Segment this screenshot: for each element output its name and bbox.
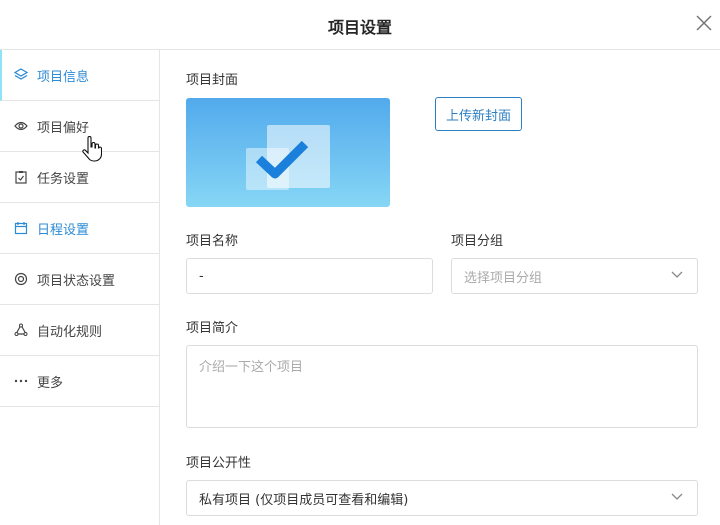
visibility-value: 私有项目 (仅项目成员可查看和编辑) <box>199 492 409 508</box>
group-label: 项目分组 <box>451 234 504 249</box>
sidebar-item-more[interactable]: 更多 <box>0 356 159 407</box>
sidebar-item-label: 项目状态设置 <box>37 273 116 289</box>
sidebar-item-project-info[interactable]: 项目信息 <box>0 50 159 101</box>
project-description-textarea[interactable]: 介绍一下这个项目 <box>186 345 698 428</box>
sidebar-item-task-settings[interactable]: 任务设置 <box>0 152 159 203</box>
eye-icon <box>14 121 28 131</box>
sidebar-item-label: 项目信息 <box>37 69 90 85</box>
project-cover-image <box>186 98 390 207</box>
project-name-input[interactable]: - <box>186 258 433 294</box>
upload-cover-button[interactable]: 上传新封面 <box>435 97 522 131</box>
description-placeholder: 介绍一下这个项目 <box>199 360 304 375</box>
name-label: 项目名称 <box>186 234 239 249</box>
sidebar-item-status-settings[interactable]: 项目状态设置 <box>0 254 159 305</box>
sidebar-item-label: 更多 <box>37 375 64 391</box>
chevron-down-icon <box>671 271 683 278</box>
close-icon[interactable] <box>694 13 714 33</box>
project-group-select[interactable]: 选择项目分组 <box>451 258 698 294</box>
sidebar-item-label: 自动化规则 <box>37 324 103 340</box>
hand-cursor-icon <box>82 136 102 162</box>
sidebar-item-schedule-settings[interactable]: 日程设置 <box>0 203 159 254</box>
status-icon <box>14 272 28 286</box>
calendar-icon <box>14 222 28 235</box>
sidebar-item-label: 项目偏好 <box>37 120 90 136</box>
sidebar-item-label: 日程设置 <box>37 222 90 238</box>
visibility-select[interactable]: 私有项目 (仅项目成员可查看和编辑) <box>186 480 698 516</box>
sidebar-item-label: 任务设置 <box>37 171 90 187</box>
more-icon <box>14 379 28 383</box>
clipboard-icon <box>15 171 27 184</box>
layers-icon <box>14 68 28 80</box>
sidebar: 项目信息 项目偏好 任务设置 日程设置 项目状态设置 自动化规则 更多 <box>0 50 160 525</box>
dialog-header: 项目设置 <box>0 0 720 50</box>
group-placeholder: 选择项目分组 <box>464 270 543 286</box>
description-label: 项目简介 <box>186 321 239 336</box>
sidebar-item-preferences[interactable]: 项目偏好 <box>0 101 159 152</box>
sidebar-item-automation[interactable]: 自动化规则 <box>0 305 159 356</box>
visibility-label: 项目公开性 <box>186 456 252 471</box>
dialog-title: 项目设置 <box>327 18 392 37</box>
cover-label: 项目封面 <box>186 73 239 88</box>
chevron-down-icon <box>671 493 683 500</box>
automation-icon <box>14 323 28 336</box>
